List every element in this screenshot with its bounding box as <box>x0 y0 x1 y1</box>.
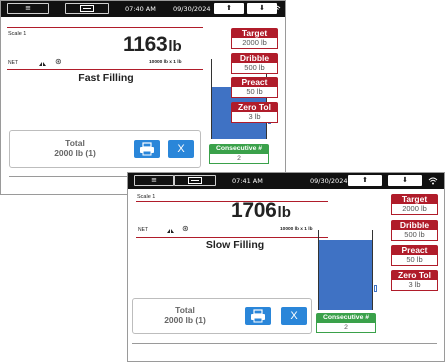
hamburger-menu-icon: ≡ <box>151 176 157 184</box>
status-time: 07:41 AM <box>232 177 263 185</box>
param-zero-tol-label: Zero Tol <box>391 270 438 280</box>
down-button[interactable]: ⬇ <box>388 175 422 186</box>
param-zero-tol[interactable]: Zero Tol 3 lb <box>391 270 438 291</box>
consecutive-label: Consecutive # <box>316 313 376 323</box>
total-panel: Total 2000 lb (1) X <box>9 130 201 168</box>
filling-state: Fast Filling <box>78 72 134 84</box>
arrow-down-icon: ⬇ <box>402 176 408 184</box>
param-dribble-value: 500 lb <box>391 230 438 241</box>
printer-icon <box>140 142 154 156</box>
consecutive-value: 2 <box>209 154 269 164</box>
param-dribble[interactable]: Dribble 500 lb <box>391 220 438 241</box>
arrow-up-icon: ⬆ <box>226 4 232 12</box>
param-preact[interactable]: Preact 50 lb <box>231 77 278 98</box>
weight-display: 1706lb <box>231 199 291 223</box>
param-target[interactable]: Target 2000 lb <box>391 194 438 215</box>
param-dribble-label: Dribble <box>231 53 278 63</box>
status-time: 07:40 AM <box>125 5 156 13</box>
menu-button[interactable]: ≡ <box>7 3 49 14</box>
param-preact-value: 50 lb <box>231 87 278 98</box>
total-value: 2000 lb (1) <box>54 148 96 158</box>
scale-name: Scale 1 <box>137 194 156 200</box>
total-value: 2000 lb (1) <box>164 315 206 325</box>
consecutive-value: 2 <box>316 323 376 333</box>
status-bar: ≡ 07:40 AM 09/30/2024 ⬆ ⬇ <box>1 1 285 17</box>
param-zero-tol-label: Zero Tol <box>231 102 278 112</box>
motion-icon: ⊛ <box>55 57 62 66</box>
scale-name: Scale 1 <box>8 31 27 37</box>
scale-select-icon <box>80 5 94 12</box>
clear-total-button[interactable]: X <box>281 307 307 325</box>
scale-select-button[interactable] <box>65 3 109 14</box>
param-preact-label: Preact <box>391 245 438 255</box>
scale-select-icon <box>188 177 202 184</box>
up-button[interactable]: ⬆ <box>348 175 382 186</box>
screen-fast-filling: ≡ 07:40 AM 09/30/2024 ⬆ ⬇ Scale 1 1163lb… <box>0 0 286 195</box>
arrow-up-icon: ⬆ <box>362 176 368 184</box>
hamburger-menu-icon: ≡ <box>25 4 31 12</box>
param-zero-tol-value: 3 lb <box>231 112 278 123</box>
param-dribble-value: 500 lb <box>231 63 278 74</box>
param-preact[interactable]: Preact 50 lb <box>391 245 438 266</box>
param-target-value: 2000 lb <box>391 204 438 215</box>
printer-icon <box>251 309 265 323</box>
consecutive-label: Consecutive # <box>209 144 269 154</box>
zero-center-icon <box>39 62 46 66</box>
menu-button[interactable]: ≡ <box>134 175 174 186</box>
clear-total-button[interactable]: X <box>168 140 194 158</box>
capacity-label: 10000 lb x 1 lb <box>149 60 182 65</box>
motion-icon: ⊛ <box>182 224 189 233</box>
param-preact-label: Preact <box>231 77 278 87</box>
arrow-down-icon: ⬇ <box>259 4 265 12</box>
weight-value: 1706 <box>231 199 277 222</box>
param-target-value: 2000 lb <box>231 38 278 49</box>
param-target[interactable]: Target 2000 lb <box>231 28 278 49</box>
capacity-label: 10000 lb x 1 lb <box>280 227 313 232</box>
print-button[interactable] <box>134 140 160 158</box>
weight-display: 1163lb <box>123 33 182 57</box>
param-dribble-label: Dribble <box>391 220 438 230</box>
scale-select-button[interactable] <box>174 175 216 186</box>
screen-slow-filling: ≡ 07:41 AM 09/30/2024 ⬆ ⬇ Scale 1 1706lb… <box>127 172 445 362</box>
weight-unit: lb <box>277 204 291 221</box>
tank-fill-level <box>319 239 372 310</box>
fill-tank <box>318 230 373 310</box>
total-label: Total <box>175 305 195 315</box>
weight-value: 1163 <box>123 33 168 56</box>
weight-divider <box>136 237 328 238</box>
param-preact-value: 50 lb <box>391 255 438 266</box>
print-button[interactable] <box>245 307 271 325</box>
param-zero-tol-value: 3 lb <box>391 280 438 291</box>
zero-center-icon <box>167 229 174 233</box>
weight-divider <box>7 69 203 70</box>
param-dribble[interactable]: Dribble 500 lb <box>231 53 278 74</box>
weight-unit: lb <box>168 38 182 55</box>
param-target-label: Target <box>231 28 278 38</box>
consecutive-counter: Consecutive # 2 <box>209 144 269 164</box>
header-divider <box>7 27 203 28</box>
status-date: 09/30/2024 <box>310 177 348 185</box>
net-label: NET <box>8 60 18 66</box>
param-zero-tol[interactable]: Zero Tol 3 lb <box>231 102 278 123</box>
filling-state: Slow Filling <box>205 239 265 251</box>
net-label: NET <box>138 227 148 233</box>
footer-divider <box>132 343 437 344</box>
consecutive-counter: Consecutive # 2 <box>316 313 376 333</box>
wifi-icon <box>428 177 438 185</box>
param-target-label: Target <box>391 194 438 204</box>
status-bar: ≡ 07:41 AM 09/30/2024 ⬆ ⬇ <box>128 173 444 189</box>
total-label: Total <box>65 138 85 148</box>
up-button[interactable]: ⬆ <box>214 3 244 14</box>
preact-marker <box>374 285 377 292</box>
total-panel: Total 2000 lb (1) X <box>132 298 312 334</box>
status-date: 09/30/2024 <box>173 5 211 13</box>
wifi-icon <box>271 5 281 13</box>
